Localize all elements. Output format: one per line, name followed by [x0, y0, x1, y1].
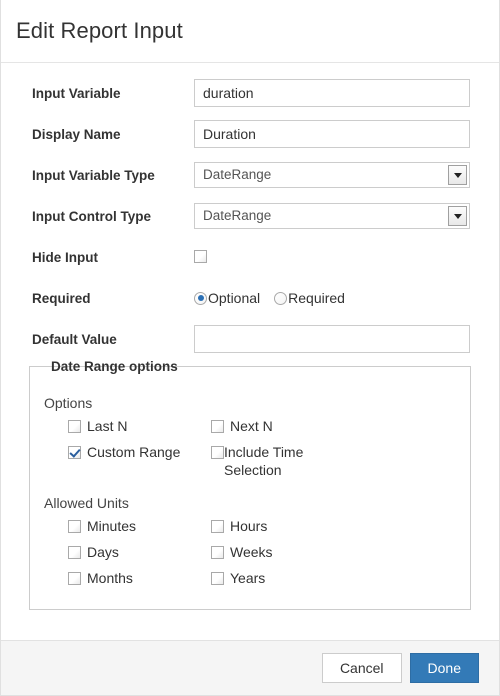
radio-optional[interactable]: Optional — [194, 290, 260, 306]
next-n-checkbox[interactable] — [211, 420, 224, 433]
label-display-name: Display Name — [32, 126, 121, 142]
page-title: Edit Report Input — [16, 18, 183, 43]
radio-required[interactable]: Required — [274, 290, 345, 306]
form-row-input-control-type: Input Control Type DateRange — [21, 202, 479, 230]
radio-optional-indicator[interactable] — [194, 291, 207, 305]
radio-required-label: Required — [288, 290, 345, 306]
hide-input-checkbox[interactable] — [194, 250, 207, 263]
custom-range-label: Custom Range — [87, 444, 181, 460]
edit-report-input-dialog: Edit Report Input Input Variable Display… — [0, 0, 500, 696]
required-radio-group: Optional Required — [194, 290, 479, 306]
checkbox-next-n[interactable]: Next N — [211, 417, 354, 435]
chevron-down-icon[interactable] — [448, 165, 467, 185]
form-row-input-variable-type: Input Variable Type DateRange — [21, 161, 479, 189]
dialog-footer: Cancel Done — [1, 640, 499, 695]
next-n-label: Next N — [230, 418, 273, 434]
weeks-label: Weeks — [230, 544, 273, 560]
form-row-hide-input: Hide Input — [21, 243, 479, 271]
chevron-down-icon[interactable] — [448, 206, 467, 226]
minutes-label: Minutes — [87, 518, 137, 534]
options-checkbox-grid: Last N Next N Custom Range Include Time … — [68, 417, 456, 487]
hours-checkbox[interactable] — [211, 520, 224, 533]
radio-required-indicator[interactable] — [274, 291, 288, 305]
last-n-label: Last N — [87, 418, 128, 434]
checkbox-hours[interactable]: Hours — [211, 517, 354, 535]
allowed-units-group-title: Allowed Units — [44, 495, 129, 511]
label-input-control-type: Input Control Type — [32, 208, 151, 224]
last-n-checkbox[interactable] — [68, 420, 81, 433]
years-checkbox[interactable] — [211, 572, 224, 585]
cancel-button[interactable]: Cancel — [321, 653, 402, 683]
label-required: Required — [32, 290, 91, 306]
form-row-display-name: Display Name — [21, 120, 479, 148]
checkbox-last-n[interactable]: Last N — [68, 417, 211, 435]
hours-label: Hours — [230, 518, 268, 534]
checkbox-weeks[interactable]: Weeks — [211, 543, 354, 561]
radio-optional-label: Optional — [208, 290, 261, 306]
label-default-value: Default Value — [32, 331, 117, 347]
date-range-options-fieldset: Date Range options Options Last N Next N… — [29, 360, 471, 610]
input-variable-field[interactable] — [194, 79, 470, 107]
minutes-checkbox[interactable] — [68, 520, 81, 533]
input-variable-type-select[interactable]: DateRange — [194, 162, 470, 188]
done-button[interactable]: Done — [409, 653, 479, 683]
input-control-type-select[interactable]: DateRange — [194, 203, 470, 229]
days-label: Days — [87, 544, 119, 560]
form-row-required: Required Optional Required — [21, 284, 479, 312]
checkbox-custom-range[interactable]: Custom Range — [68, 443, 211, 479]
include-time-selection-label: Include Time Selection — [224, 444, 304, 478]
input-variable-type-value: DateRange — [203, 167, 272, 182]
checkbox-years[interactable]: Years — [211, 569, 354, 587]
input-control-type-value: DateRange — [203, 208, 272, 223]
options-group-title: Options — [44, 395, 93, 411]
label-hide-input: Hide Input — [32, 249, 98, 265]
display-name-field[interactable] — [194, 120, 470, 148]
include-time-selection-checkbox[interactable] — [211, 446, 224, 459]
days-checkbox[interactable] — [68, 546, 81, 559]
default-value-field[interactable] — [194, 325, 470, 353]
checkbox-minutes[interactable]: Minutes — [68, 517, 211, 535]
months-label: Months — [87, 570, 133, 586]
dialog-header: Edit Report Input — [1, 0, 499, 63]
months-checkbox[interactable] — [68, 572, 81, 585]
dialog-body: Input Variable Display Name Input Variab… — [1, 63, 499, 610]
years-label: Years — [230, 570, 266, 586]
custom-range-checkbox[interactable] — [68, 446, 81, 459]
label-input-variable: Input Variable — [32, 85, 121, 101]
label-input-variable-type: Input Variable Type — [32, 167, 155, 183]
weeks-checkbox[interactable] — [211, 546, 224, 559]
form-row-input-variable: Input Variable — [21, 79, 479, 107]
allowed-units-checkbox-grid: Minutes Hours Days Weeks Months Years — [68, 517, 456, 595]
checkbox-months[interactable]: Months — [68, 569, 211, 587]
checkbox-include-time-selection[interactable]: Include Time Selection — [211, 443, 354, 479]
form-row-default-value: Default Value — [21, 325, 479, 353]
checkbox-days[interactable]: Days — [68, 543, 211, 561]
